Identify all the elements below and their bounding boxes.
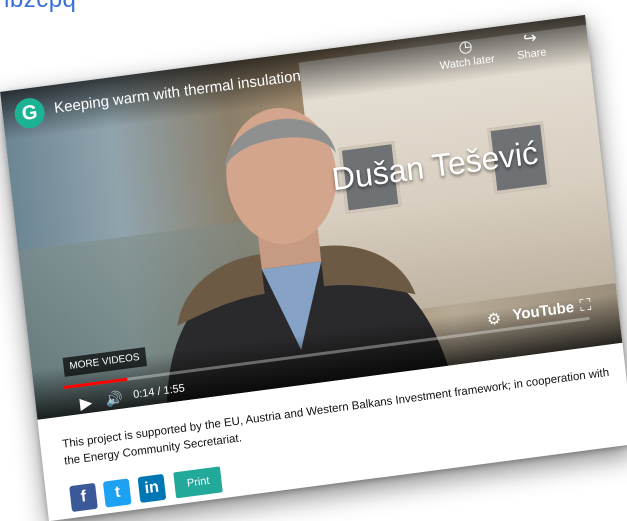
- top-link[interactable]: nbzcpq: [0, 0, 76, 14]
- facebook-icon[interactable]: f: [69, 482, 98, 513]
- linkedin-icon[interactable]: in: [137, 473, 167, 504]
- share-button[interactable]: ↪ Share: [515, 28, 547, 62]
- print-button[interactable]: Print: [173, 466, 223, 499]
- play-icon[interactable]: ▶: [79, 393, 93, 414]
- settings-gear-icon[interactable]: ⚙: [486, 308, 502, 330]
- video-card: G Keeping warm with thermal insulation ◷…: [0, 14, 627, 521]
- share-row: f t in Print: [69, 466, 223, 516]
- volume-icon[interactable]: 🔊: [105, 389, 124, 408]
- twitter-icon[interactable]: t: [103, 478, 133, 508]
- fullscreen-icon[interactable]: ⛶: [579, 297, 592, 316]
- video-player[interactable]: G Keeping warm with thermal insulation ◷…: [0, 14, 623, 420]
